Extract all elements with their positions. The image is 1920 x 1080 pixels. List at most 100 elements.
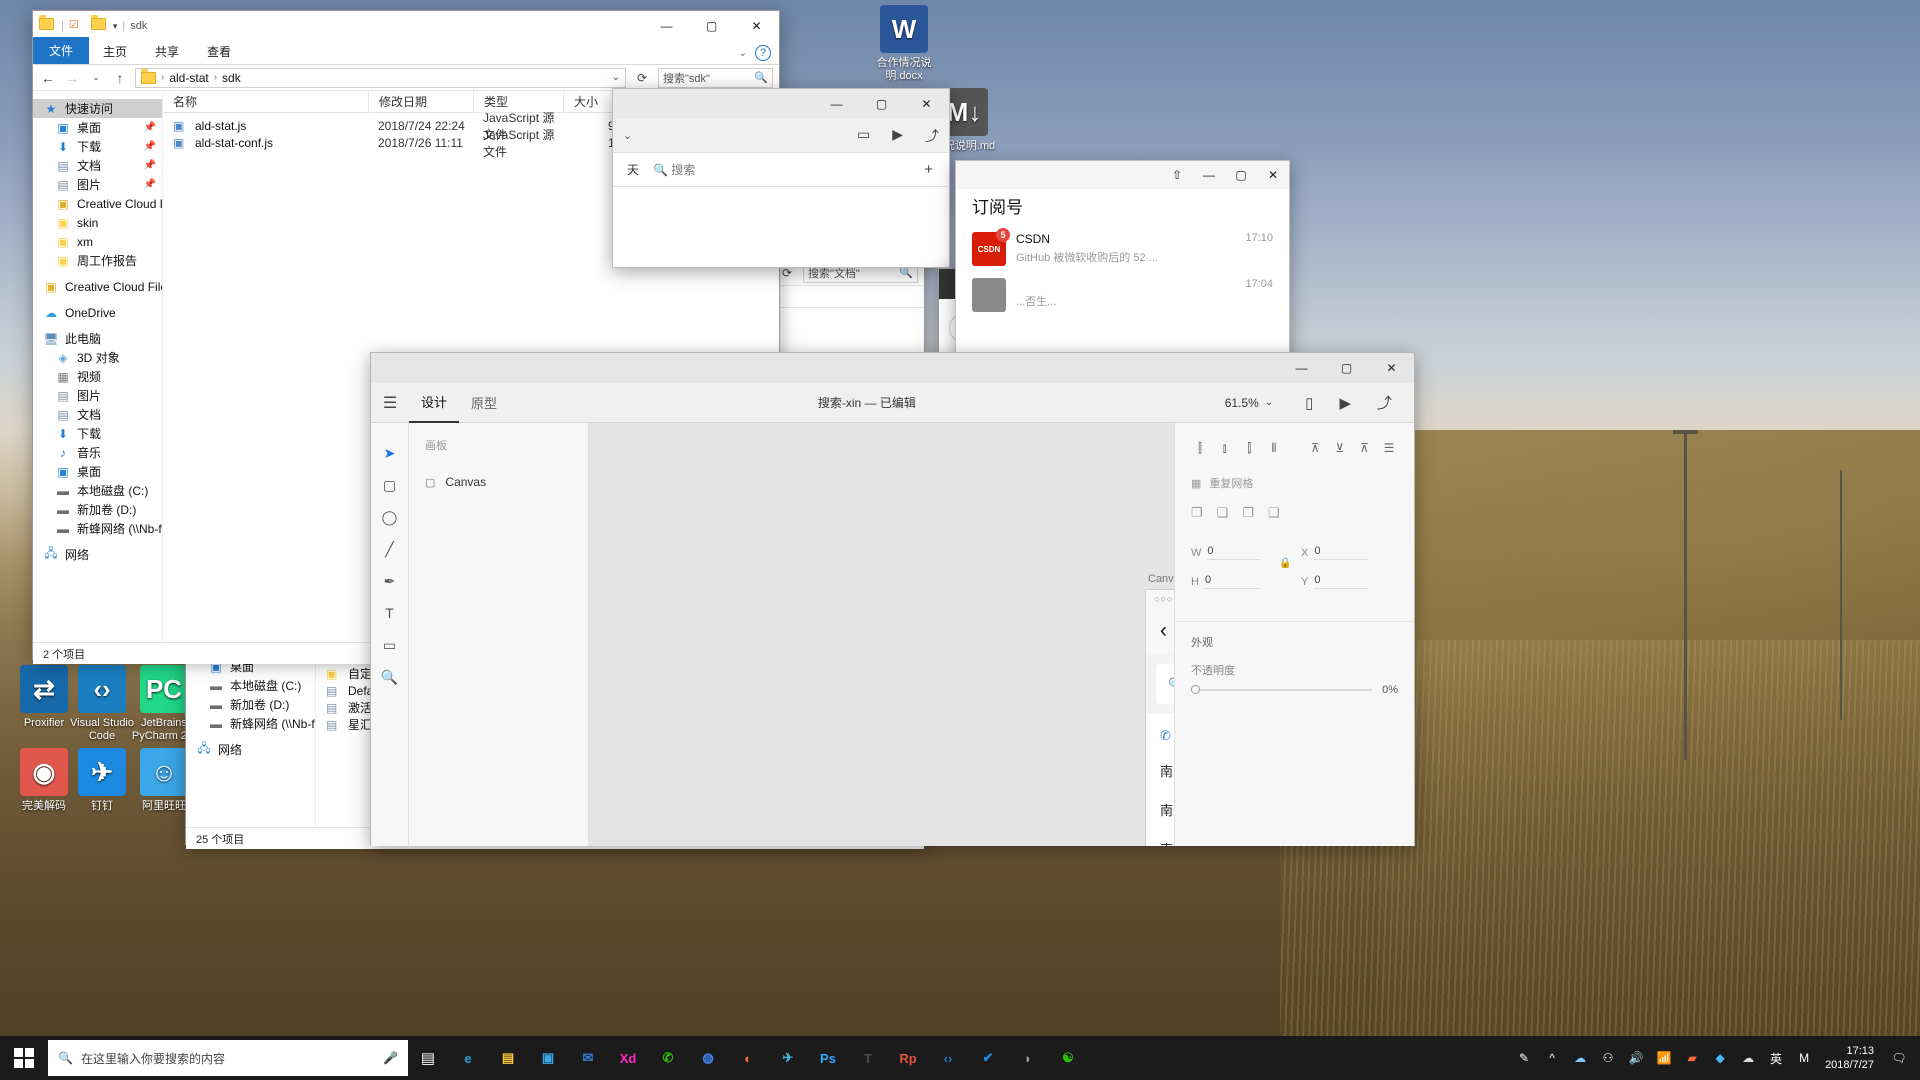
- taskbar-app-dingtalk[interactable]: ✔: [968, 1036, 1008, 1080]
- maximize-button[interactable]: ▢: [859, 89, 904, 119]
- pin-icon[interactable]: 📌: [144, 179, 156, 190]
- share-icon[interactable]: ⤴: [925, 126, 939, 146]
- exclude-icon[interactable]: ❏: [1268, 505, 1280, 521]
- nav-item-9[interactable]: ▣ Creative Cloud Files: [33, 277, 162, 296]
- xd-back-zoom-dropdown-icon[interactable]: ⌄: [623, 129, 632, 142]
- menu-icon[interactable]: ☰: [371, 393, 409, 413]
- zoom-control[interactable]: 61.5% ⌄: [1225, 396, 1279, 410]
- align-center-v-icon[interactable]: ⊻: [1329, 437, 1351, 459]
- taskbar-app-adobe-xd[interactable]: Xd: [608, 1036, 648, 1080]
- nav-item-11[interactable]: 🖥 此电脑: [33, 329, 162, 348]
- taskbar-app-axure[interactable]: Rp: [888, 1036, 928, 1080]
- quick-access-toolbar[interactable]: | ☑ ▾ | sdk: [33, 14, 147, 35]
- share-icon[interactable]: ⤴: [1377, 392, 1392, 413]
- tab-prototype[interactable]: 原型: [459, 383, 509, 423]
- pen-icon[interactable]: ✎: [1511, 1036, 1537, 1080]
- repeat-grid-button[interactable]: ▦ 重复网格: [1175, 469, 1414, 501]
- select-tool[interactable]: ➤: [371, 437, 408, 469]
- close-button[interactable]: ✕: [734, 11, 779, 41]
- titlebar[interactable]: — ▢ ✕: [371, 353, 1414, 383]
- nav-item-22[interactable]: 🖧 网络: [186, 740, 315, 759]
- close-button[interactable]: ✕: [904, 89, 949, 119]
- school-row[interactable]: 南京市游府西街小学热南京市: [1146, 751, 1174, 790]
- volume-icon[interactable]: 🔊: [1623, 1036, 1649, 1080]
- refresh-button[interactable]: ⟳: [632, 68, 652, 88]
- breadcrumb-1[interactable]: ald-stat: [169, 71, 208, 85]
- xd-toolbar[interactable]: ☰ 设计 原型 搜索-xin — 已编辑 61.5% ⌄ ▯ ▶ ⤴: [371, 383, 1414, 423]
- ime-lang[interactable]: 英: [1763, 1036, 1789, 1080]
- list-item[interactable]: CSDN 5 CSDN 17:10 GitHub 被微软收购后的 52 ...: [956, 226, 1289, 272]
- taskbar-app-mail[interactable]: ✉: [568, 1036, 608, 1080]
- xd-back-search[interactable]: 🔍 搜索: [653, 161, 695, 178]
- navigation-pane[interactable]: ★ 快速访问 ▣ 桌面 📌 ⬇ 下载 📌 ▤ 文档 📌 ▤ 图片 📌 ▣ Creative Cloud Fil…: [33, 91, 163, 642]
- search-box[interactable]: 搜索"sdk" 🔍: [658, 67, 773, 88]
- maximize-button[interactable]: ▢: [1324, 353, 1369, 383]
- shield-icon[interactable]: ◆: [1707, 1036, 1733, 1080]
- line-tool[interactable]: ╱: [371, 533, 408, 565]
- nav-item-4[interactable]: ▤ 图片 📌: [33, 175, 162, 194]
- chevron-up-icon[interactable]: ^: [1539, 1036, 1565, 1080]
- device-icon[interactable]: ▯: [1305, 394, 1313, 412]
- nav-item-19[interactable]: ▬ 本地磁盘 (C:): [33, 481, 162, 500]
- titlebar[interactable]: ⇧ — ▢ ✕: [956, 161, 1289, 189]
- taskbar-search-box[interactable]: 🔍 在这里输入你要搜索的内容 🎤: [48, 1040, 408, 1076]
- taskbar-app-photoshop[interactable]: Ps: [808, 1036, 848, 1080]
- column-date[interactable]: 修改日期: [368, 91, 473, 113]
- rectangle-tool[interactable]: ▢: [371, 469, 408, 501]
- taskbar-app-terminal[interactable]: ◗: [1008, 1036, 1048, 1080]
- ribbon-tab-view[interactable]: 查看: [193, 40, 245, 64]
- nav-item-21[interactable]: ▬ 新蜂网络 (\\Nb-file: [33, 519, 162, 538]
- align-left-icon[interactable]: ⫿: [1189, 437, 1211, 459]
- nav-item-21[interactable]: ▬ 新蜂网络 (\\Nb-file: [186, 714, 315, 733]
- address-bar[interactable]: › ald-stat › sdk ⌄: [135, 67, 626, 88]
- minimize-button[interactable]: —: [644, 11, 689, 41]
- taskbar-app-list[interactable]: e ▤ ▣ ✉ Xd ✆ ◍ ◐ ✈ Ps T Rp ‹› ✔ ◗ ☯: [448, 1036, 1088, 1080]
- nav-item-19[interactable]: ▬ 本地磁盘 (C:): [186, 676, 315, 695]
- battery-icon[interactable]: ▰: [1679, 1036, 1705, 1080]
- notification-icon[interactable]: 🗨: [1886, 1036, 1912, 1080]
- pen-tool[interactable]: ✒: [371, 565, 408, 597]
- play-icon[interactable]: ▶: [892, 126, 903, 146]
- clock[interactable]: 17:13 2018/7/27: [1819, 1044, 1884, 1072]
- nav-item-8[interactable]: ▣ 周工作报告: [33, 251, 162, 270]
- nav-item-22[interactable]: 🖧 网络: [33, 545, 162, 564]
- close-button[interactable]: ✕: [1257, 161, 1289, 189]
- y-field[interactable]: Y 0: [1301, 574, 1397, 589]
- up-button[interactable]: ↑: [111, 68, 129, 88]
- add-icon[interactable]: ❐: [1191, 505, 1203, 521]
- ime-mode[interactable]: M: [1791, 1036, 1817, 1080]
- width-field[interactable]: W 0: [1191, 545, 1287, 560]
- ribbon-tab-file[interactable]: 文件: [33, 37, 90, 64]
- adobe-xd-window[interactable]: — ▢ ✕ ☰ 设计 原型 搜索-xin — 已编辑 61.5% ⌄ ▯ ▶ ⤴…: [370, 352, 1415, 846]
- nav-item-12[interactable]: ◈ 3D 对象: [33, 348, 162, 367]
- recent-locations-button[interactable]: ⌄: [87, 68, 105, 88]
- opacity-slider-handle[interactable]: [1191, 685, 1200, 694]
- school-row[interactable]: 南京市琅玡路小学南京市: [1146, 790, 1174, 829]
- lock-aspect-icon[interactable]: 🔒: [1279, 558, 1291, 569]
- taskbar-app-firefox[interactable]: ◐: [728, 1036, 768, 1080]
- wechat-message-list[interactable]: CSDN 5 CSDN 17:10 GitHub 被微软收购后的 52 ... 17:04…: [956, 226, 1289, 318]
- nav-item-13[interactable]: ▦ 视频: [33, 367, 162, 386]
- ribbon-tab-share[interactable]: 共享: [141, 40, 193, 64]
- microphone-icon[interactable]: 🎤: [383, 1051, 398, 1065]
- artboard-label[interactable]: Canvas: [1148, 573, 1174, 585]
- breadcrumb-2[interactable]: sdk: [222, 71, 241, 85]
- cloud-icon[interactable]: ☁: [1735, 1036, 1761, 1080]
- system-tray[interactable]: ✎ ^ ☁ ⚇ 🔊 📶 ▰ ◆ ☁ 英 M 17:13 2018/7/27 🗨: [1511, 1036, 1920, 1080]
- size-position-group[interactable]: W 0 X 0: [1175, 537, 1414, 566]
- opacity-slider[interactable]: [1191, 685, 1373, 694]
- xd-back-tab-label[interactable]: 天: [613, 161, 653, 178]
- taskbar-app-file-explorer[interactable]: ▤: [488, 1036, 528, 1080]
- help-icon[interactable]: ?: [755, 45, 771, 61]
- onedrive-icon[interactable]: ☁: [1567, 1036, 1593, 1080]
- play-icon[interactable]: ▶: [1339, 394, 1351, 412]
- height-value[interactable]: 0: [1204, 574, 1259, 589]
- nav-item-15[interactable]: ▤ 文档: [33, 405, 162, 424]
- taskbar-app-edge[interactable]: e: [448, 1036, 488, 1080]
- intersect-icon[interactable]: ❒: [1242, 505, 1254, 521]
- chevron-left-icon[interactable]: ‹: [1160, 619, 1167, 643]
- align-bottom-icon[interactable]: ⊼: [1353, 437, 1375, 459]
- window-controls[interactable]: — ▢ ✕: [644, 11, 779, 41]
- boolean-ops-toolbar[interactable]: ❐ ❑ ❒ ❏: [1175, 501, 1414, 537]
- minimize-button[interactable]: —: [814, 89, 859, 119]
